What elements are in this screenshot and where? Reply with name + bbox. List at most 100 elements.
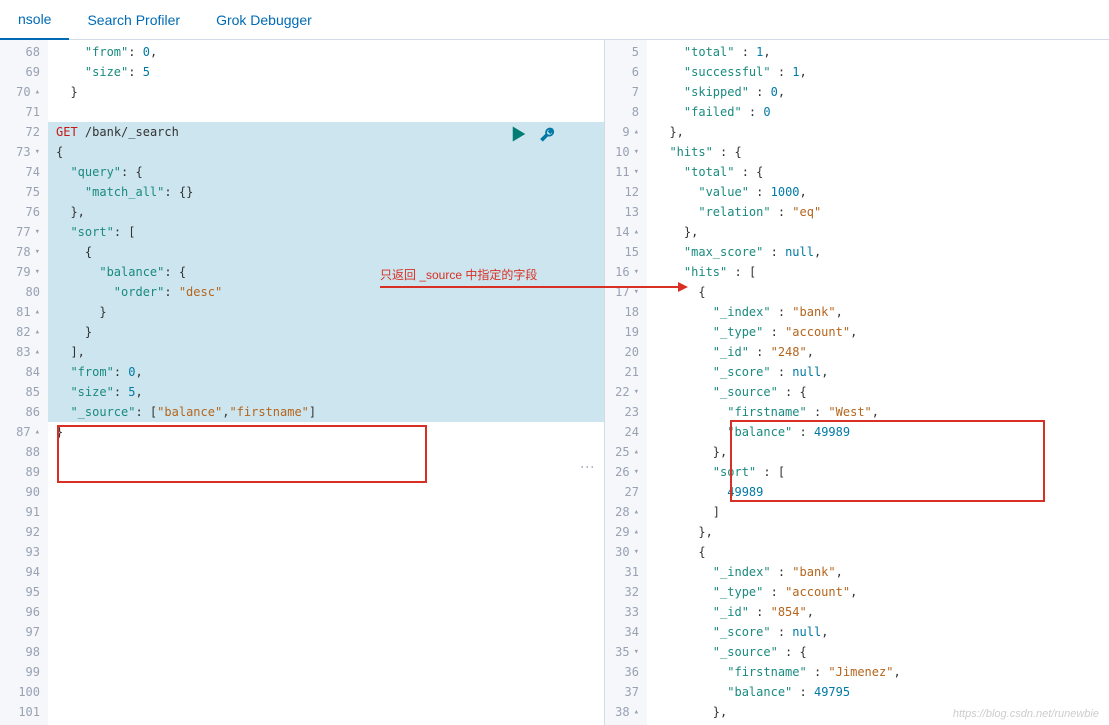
code-line[interactable]: [48, 442, 604, 462]
code-line[interactable]: },: [48, 202, 604, 222]
code-line[interactable]: [48, 702, 604, 722]
tab-grok-debugger[interactable]: Grok Debugger: [198, 0, 330, 40]
code-line[interactable]: {: [48, 142, 604, 162]
fold-toggle-icon[interactable]: ▴: [634, 222, 639, 242]
code-line[interactable]: [48, 682, 604, 702]
code-line[interactable]: [48, 662, 604, 682]
fold-toggle-icon[interactable]: ▴: [634, 122, 639, 142]
fold-toggle-icon[interactable]: ▾: [35, 242, 40, 262]
code-line[interactable]: "query": {: [48, 162, 604, 182]
fold-toggle-icon[interactable]: ▴: [35, 322, 40, 342]
fold-toggle-icon[interactable]: ▴: [634, 442, 639, 462]
code-line[interactable]: "size": 5: [48, 62, 604, 82]
fold-toggle-icon[interactable]: ▾: [634, 382, 639, 402]
code-line[interactable]: [48, 462, 604, 482]
line-number: 82▴: [0, 322, 40, 342]
line-number: 92: [0, 522, 40, 542]
code-line[interactable]: [48, 482, 604, 502]
fold-toggle-icon[interactable]: ▴: [634, 522, 639, 542]
code-line[interactable]: },: [647, 522, 1109, 542]
fold-toggle-icon[interactable]: ▴: [634, 502, 639, 522]
tab-search-profiler[interactable]: Search Profiler: [69, 0, 198, 40]
code-line[interactable]: "skipped" : 0,: [647, 82, 1109, 102]
code-line[interactable]: "_index" : "bank",: [647, 562, 1109, 582]
code-line[interactable]: [48, 602, 604, 622]
code-line[interactable]: "_source" : {: [647, 642, 1109, 662]
code-line[interactable]: [48, 522, 604, 542]
code-line[interactable]: 49989: [647, 482, 1109, 502]
code-line[interactable]: ],: [48, 342, 604, 362]
code-line[interactable]: },: [647, 442, 1109, 462]
code-line[interactable]: [48, 102, 604, 122]
code-line[interactable]: "hits" : {: [647, 142, 1109, 162]
tab-console[interactable]: nsole: [0, 0, 69, 40]
code-line[interactable]: "from": 0,: [48, 42, 604, 62]
code-line[interactable]: "order": "desc": [48, 282, 604, 302]
resize-handle-icon[interactable]: ⋮: [580, 460, 596, 476]
code-line[interactable]: }: [48, 322, 604, 342]
fold-toggle-icon[interactable]: ▾: [634, 462, 639, 482]
wrench-icon[interactable]: [539, 124, 559, 144]
fold-toggle-icon[interactable]: ▴: [634, 702, 639, 722]
code-line[interactable]: {: [647, 282, 1109, 302]
code-line[interactable]: "_score" : null,: [647, 362, 1109, 382]
code-line[interactable]: "balance" : 49795: [647, 682, 1109, 702]
code-line[interactable]: "max_score" : null,: [647, 242, 1109, 262]
code-line[interactable]: }: [48, 82, 604, 102]
fold-toggle-icon[interactable]: ▾: [634, 642, 639, 662]
code-line[interactable]: ]: [647, 502, 1109, 522]
code-line[interactable]: [48, 502, 604, 522]
code-line[interactable]: "balance" : 49989: [647, 422, 1109, 442]
code-line[interactable]: "successful" : 1,: [647, 62, 1109, 82]
fold-toggle-icon[interactable]: ▾: [634, 282, 639, 302]
line-number: 30▾: [605, 542, 639, 562]
code-line[interactable]: }: [48, 302, 604, 322]
code-line[interactable]: "size": 5,: [48, 382, 604, 402]
line-number: 35▾: [605, 642, 639, 662]
code-line[interactable]: "sort": [: [48, 222, 604, 242]
fold-toggle-icon[interactable]: ▴: [35, 302, 40, 322]
fold-toggle-icon[interactable]: ▴: [35, 342, 40, 362]
code-line[interactable]: "_index" : "bank",: [647, 302, 1109, 322]
code-line[interactable]: {: [647, 542, 1109, 562]
code-line[interactable]: },: [647, 222, 1109, 242]
line-number: 84: [0, 362, 40, 382]
response-viewer[interactable]: "total" : 1, "successful" : 1, "skipped"…: [647, 40, 1109, 725]
code-line[interactable]: "hits" : [: [647, 262, 1109, 282]
fold-toggle-icon[interactable]: ▴: [35, 422, 40, 442]
fold-toggle-icon[interactable]: ▾: [35, 142, 40, 162]
code-line[interactable]: [48, 622, 604, 642]
code-line[interactable]: [48, 642, 604, 662]
code-line[interactable]: "value" : 1000,: [647, 182, 1109, 202]
fold-toggle-icon[interactable]: ▾: [35, 262, 40, 282]
code-line[interactable]: "_source": ["balance","firstname"]: [48, 402, 604, 422]
fold-toggle-icon[interactable]: ▴: [35, 82, 40, 102]
code-line[interactable]: },: [647, 122, 1109, 142]
code-line[interactable]: "match_all": {}: [48, 182, 604, 202]
code-line[interactable]: [48, 562, 604, 582]
play-icon[interactable]: [509, 124, 529, 144]
code-line[interactable]: "_type" : "account",: [647, 582, 1109, 602]
fold-toggle-icon[interactable]: ▾: [35, 222, 40, 242]
fold-toggle-icon[interactable]: ▾: [634, 262, 639, 282]
code-line[interactable]: [48, 542, 604, 562]
code-line[interactable]: [48, 582, 604, 602]
code-line[interactable]: }: [48, 422, 604, 442]
code-line[interactable]: "_score" : null,: [647, 622, 1109, 642]
code-line[interactable]: "from": 0,: [48, 362, 604, 382]
code-line[interactable]: {: [48, 242, 604, 262]
code-line[interactable]: "firstname" : "West",: [647, 402, 1109, 422]
code-line[interactable]: "total" : {: [647, 162, 1109, 182]
fold-toggle-icon[interactable]: ▾: [634, 162, 639, 182]
code-line[interactable]: "failed" : 0: [647, 102, 1109, 122]
fold-toggle-icon[interactable]: ▾: [634, 142, 639, 162]
code-line[interactable]: "relation" : "eq": [647, 202, 1109, 222]
code-line[interactable]: "_source" : {: [647, 382, 1109, 402]
code-line[interactable]: "total" : 1,: [647, 42, 1109, 62]
code-line[interactable]: "sort" : [: [647, 462, 1109, 482]
fold-toggle-icon[interactable]: ▾: [634, 542, 639, 562]
code-line[interactable]: "_id" : "854",: [647, 602, 1109, 622]
code-line[interactable]: "_id" : "248",: [647, 342, 1109, 362]
code-line[interactable]: "firstname" : "Jimenez",: [647, 662, 1109, 682]
code-line[interactable]: "_type" : "account",: [647, 322, 1109, 342]
